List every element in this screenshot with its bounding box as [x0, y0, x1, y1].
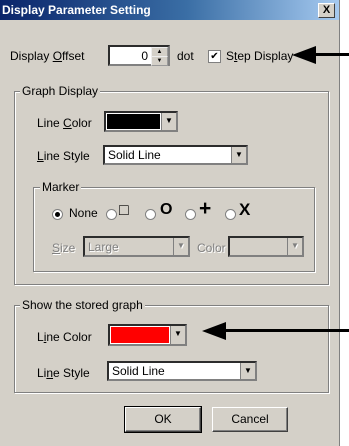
marker-title: Marker — [40, 180, 82, 194]
marker-group — [33, 187, 315, 272]
checkmark-icon: ✔ — [210, 51, 219, 62]
stored-line-style-label: Line Style — [37, 366, 90, 380]
close-button[interactable]: X — [318, 3, 335, 18]
marker-none-radio[interactable] — [52, 209, 63, 220]
plus-marker-icon: + — [199, 197, 212, 220]
marker-none-label[interactable]: None — [69, 206, 98, 220]
marker-color-label: Color — [197, 241, 226, 255]
line-color-label: Line Color — [37, 116, 92, 130]
chevron-down-icon[interactable]: ▼ — [161, 113, 176, 130]
close-icon: X — [322, 4, 331, 16]
stored-line-color-picker[interactable]: ▼ — [108, 324, 187, 346]
square-marker-icon: □ — [119, 202, 129, 219]
chevron-down-icon[interactable]: ▼ — [231, 147, 246, 163]
annotation-arrow-step-display-shaft — [315, 53, 349, 56]
title-bar[interactable]: Display Parameter Setting X — [0, 0, 339, 20]
marker-size-label: Size — [52, 241, 76, 255]
chevron-down-icon[interactable]: ▼ — [173, 238, 188, 255]
circle-marker-icon: O — [160, 201, 173, 218]
step-display-label[interactable]: Step Display — [226, 49, 293, 63]
x-marker-icon: X — [239, 200, 251, 219]
display-offset-label: Display Offset — [10, 49, 85, 63]
display-parameter-dialog: Display Parameter Setting X Display Offs… — [0, 0, 340, 446]
stored-line-style-select[interactable]: Solid Line ▼ — [107, 361, 257, 381]
line-style-label: Line Style — [37, 149, 90, 163]
stored-graph-title: Show the stored graph — [20, 298, 145, 312]
marker-square-radio[interactable] — [106, 209, 117, 220]
marker-circle-radio[interactable] — [145, 209, 156, 220]
stored-line-style-value: Solid Line — [112, 364, 165, 378]
stored-line-color-swatch — [111, 327, 169, 343]
ok-button[interactable]: OK — [124, 406, 202, 433]
marker-plus-radio[interactable] — [185, 209, 196, 220]
graph-display-title: Graph Display — [20, 84, 101, 98]
annotation-arrow-step-display-icon — [292, 46, 316, 64]
chevron-down-icon[interactable]: ▼ — [287, 238, 302, 255]
marker-x-radio[interactable] — [225, 209, 236, 220]
marker-color-picker[interactable]: ▼ — [228, 236, 304, 257]
marker-size-value: Large — [88, 240, 119, 254]
step-display-checkbox[interactable]: ✔ — [208, 50, 221, 63]
line-color-picker[interactable]: ▼ — [104, 111, 178, 132]
chevron-down-icon[interactable]: ▼ — [170, 326, 185, 344]
spin-down-icon[interactable]: ▼ — [151, 56, 168, 66]
display-offset-value: 0 — [141, 49, 148, 63]
line-style-value: Solid Line — [108, 148, 161, 162]
dialog-title: Display Parameter Setting — [2, 3, 151, 17]
line-style-select[interactable]: Solid Line ▼ — [103, 145, 248, 165]
chevron-down-icon[interactable]: ▼ — [240, 363, 255, 379]
annotation-arrow-stored-color-icon — [202, 322, 226, 340]
annotation-arrow-stored-color-shaft — [225, 329, 349, 332]
display-offset-unit: dot — [177, 49, 194, 63]
stored-line-color-label: Line Color — [37, 330, 92, 344]
line-color-swatch — [107, 114, 160, 129]
display-offset-spinbox[interactable]: 0 ▲ ▼ — [108, 45, 170, 66]
marker-size-select[interactable]: Large ▼ — [83, 236, 190, 257]
cancel-button[interactable]: Cancel — [212, 407, 288, 432]
